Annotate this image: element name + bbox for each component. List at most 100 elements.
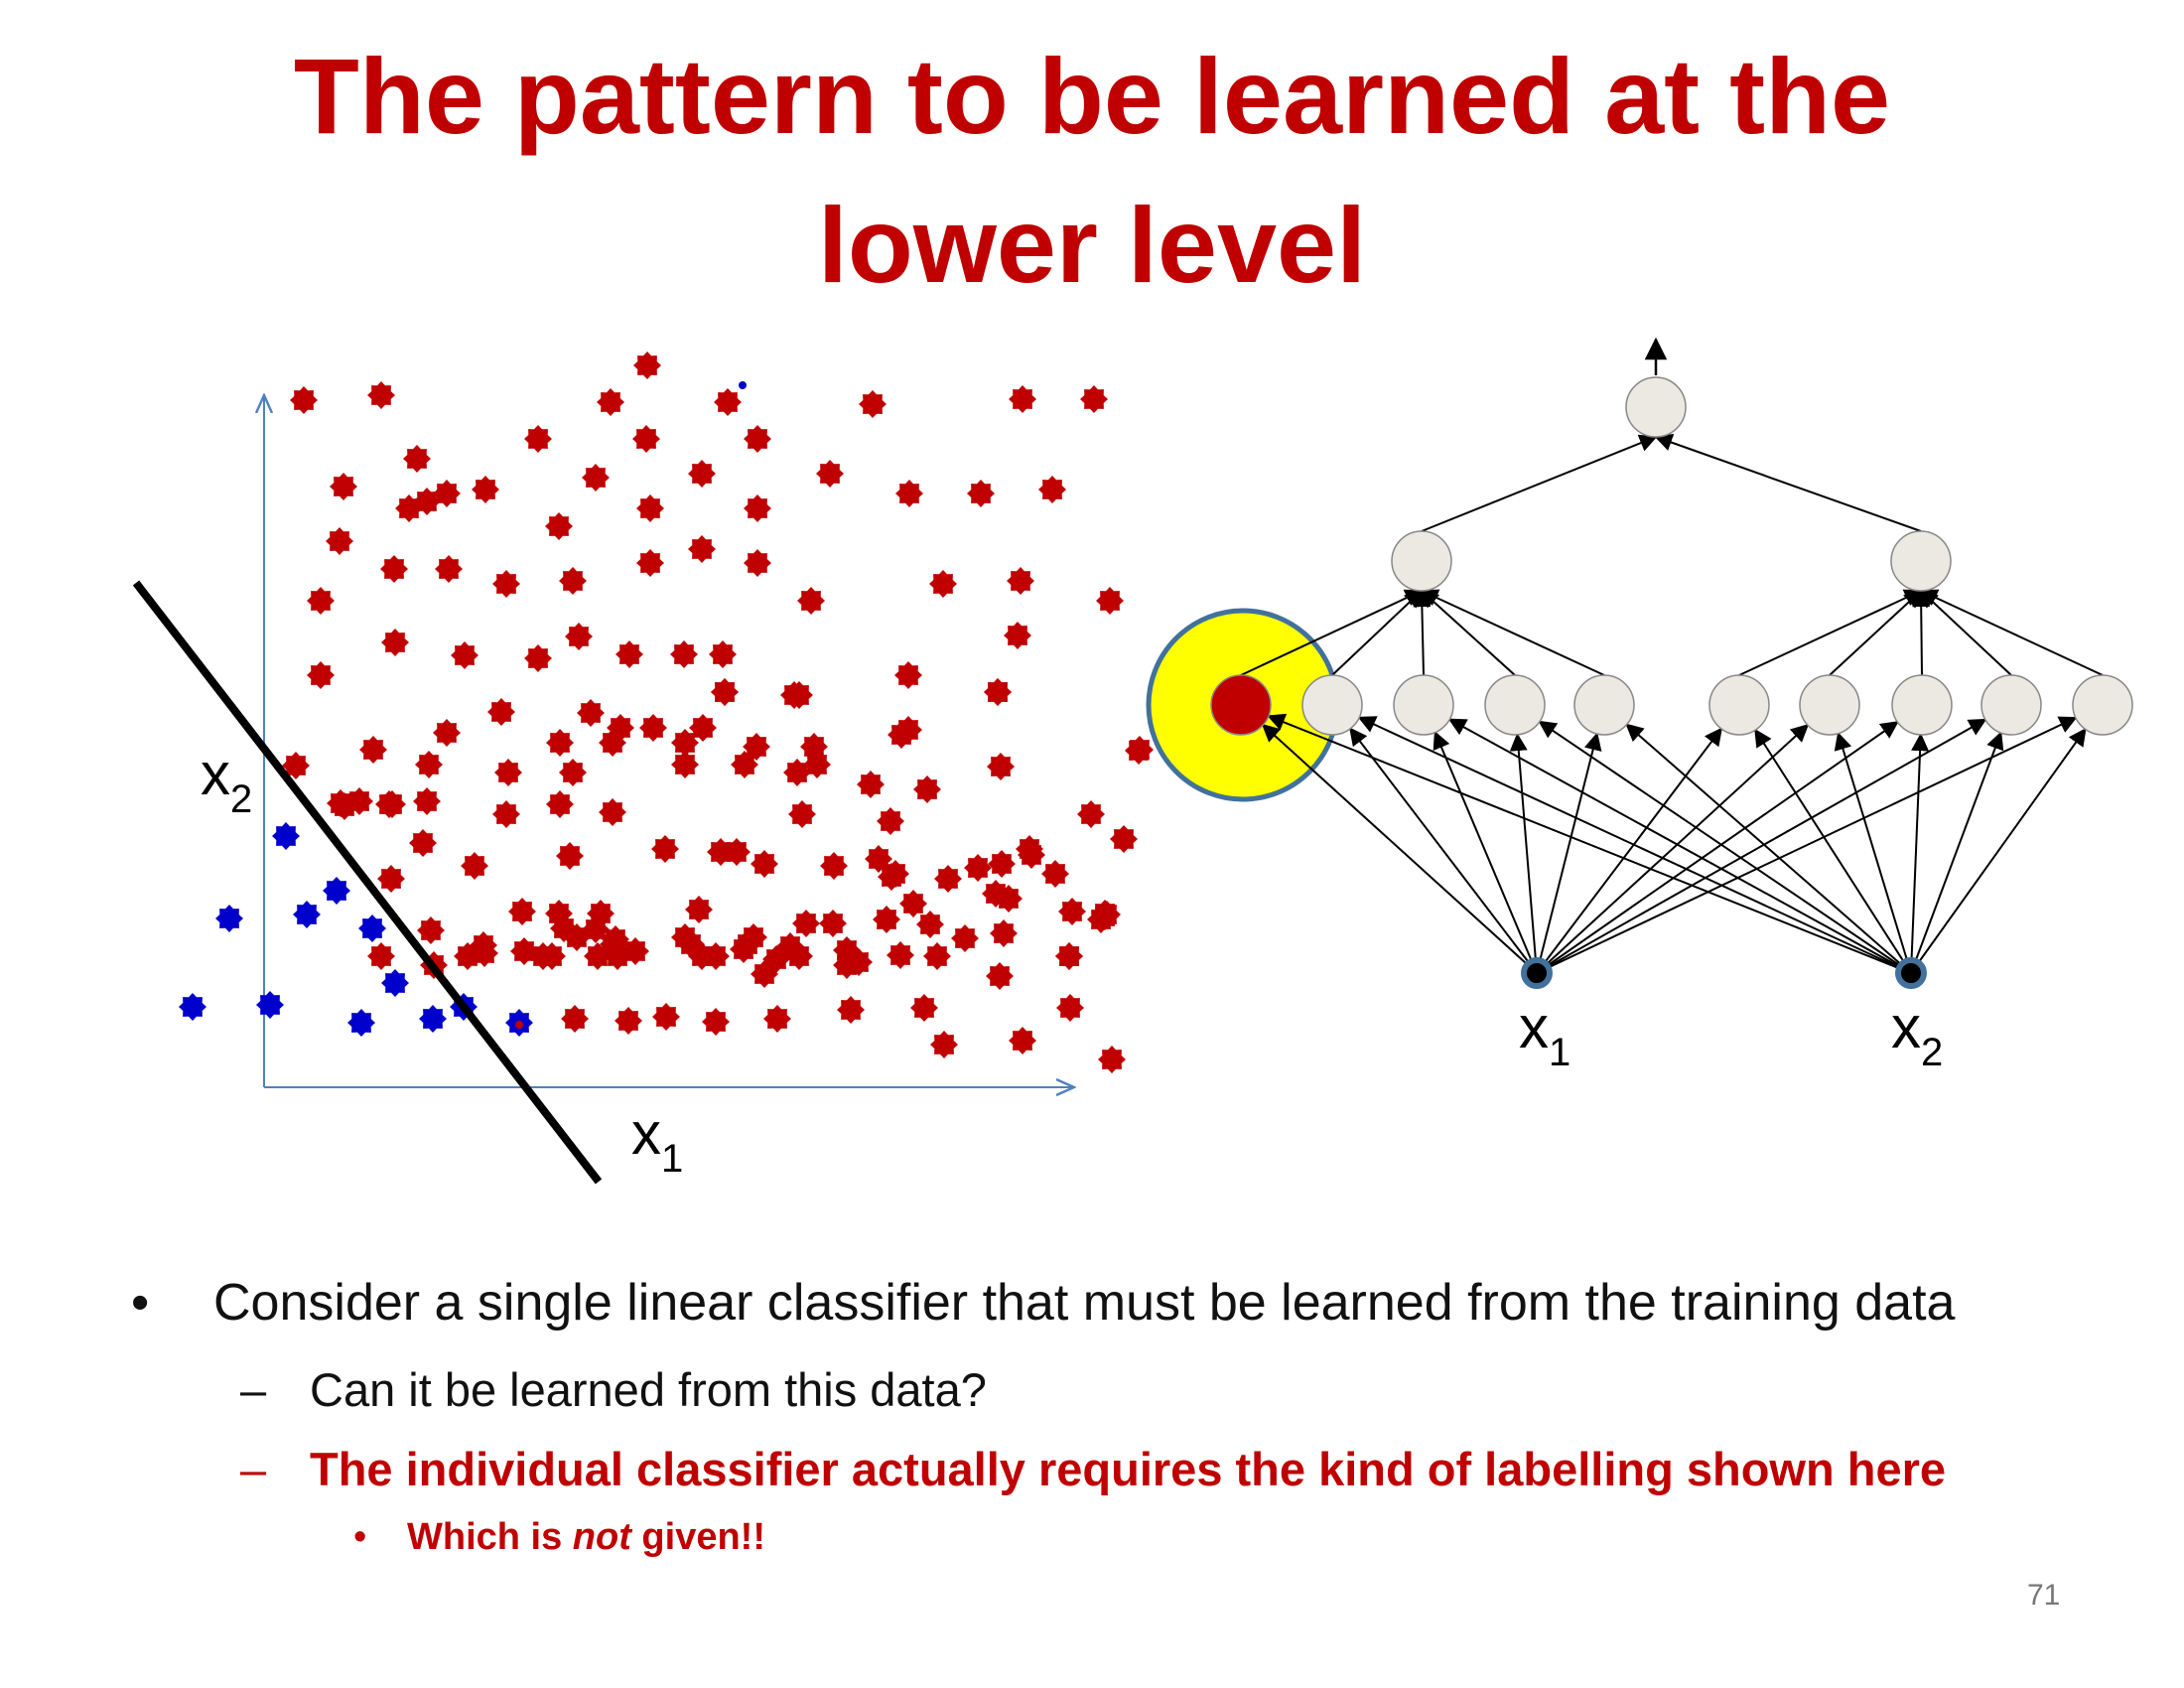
positive-point xyxy=(326,527,353,555)
negative-points xyxy=(179,822,533,1037)
positive-point xyxy=(550,914,578,942)
positive-point xyxy=(677,930,705,958)
positive-point xyxy=(639,714,667,742)
network-edge xyxy=(1420,589,1605,676)
positive-point xyxy=(833,936,861,964)
positive-point xyxy=(615,640,643,668)
positive-point xyxy=(433,480,461,507)
network-diagram: x1 x2 xyxy=(1146,337,2133,1074)
network-edge xyxy=(1509,733,1538,974)
diagram-canvas: x2 x1 x1 x2 xyxy=(132,337,2133,1185)
network-edge xyxy=(1910,731,2004,974)
positive-point xyxy=(508,898,536,925)
network-edge xyxy=(1834,731,1912,974)
positive-point xyxy=(688,535,716,563)
positive-point xyxy=(982,880,1010,908)
hidden-node-lower xyxy=(1573,674,1635,736)
positive-point xyxy=(990,919,1018,947)
positive-point xyxy=(873,906,900,933)
negative-point xyxy=(381,969,409,997)
negative-point xyxy=(358,914,386,942)
positive-point xyxy=(763,1005,791,1033)
positive-point xyxy=(1098,1046,1126,1073)
positive-point xyxy=(327,789,354,817)
network-edge xyxy=(1738,589,1923,676)
positive-point xyxy=(636,549,664,577)
network-edge xyxy=(1536,716,2078,974)
hidden-node-lower xyxy=(1891,674,1953,736)
negative-point xyxy=(272,822,300,850)
positive-point xyxy=(887,941,914,969)
positive-point xyxy=(614,1007,642,1035)
positive-point xyxy=(1058,898,1086,925)
positive-point xyxy=(1091,900,1119,927)
positive-point xyxy=(751,850,778,878)
positive-point xyxy=(987,753,1015,780)
y-axis-label: x2 xyxy=(201,741,252,821)
positive-point xyxy=(910,994,938,1022)
negative-point xyxy=(419,1005,447,1033)
network-edge xyxy=(1829,589,1923,676)
positive-point xyxy=(561,1005,589,1033)
positive-point xyxy=(599,798,626,826)
highlighted-node xyxy=(1210,674,1272,736)
positive-point xyxy=(734,930,761,958)
negative-point xyxy=(293,901,321,928)
positive-point xyxy=(859,390,887,418)
positive-point xyxy=(837,996,865,1024)
positive-point xyxy=(899,890,927,917)
input-label-x1-subscript: 1 xyxy=(1549,1031,1570,1074)
positive-point xyxy=(1018,841,1045,869)
positive-point xyxy=(472,476,499,503)
network-edge xyxy=(1919,589,2012,676)
network-edge xyxy=(1919,589,2104,676)
positive-point xyxy=(1038,476,1066,503)
network-edge xyxy=(1413,589,1432,676)
positive-point xyxy=(913,775,941,803)
positive-point xyxy=(916,911,944,938)
positive-point xyxy=(307,661,335,689)
network-edge xyxy=(1910,733,1930,974)
positive-point xyxy=(367,942,395,970)
positive-point xyxy=(816,460,844,488)
positive-point xyxy=(415,751,443,778)
positive-point xyxy=(895,480,923,507)
positive-point xyxy=(633,352,661,379)
positive-point xyxy=(751,960,778,988)
positive-point xyxy=(600,930,627,958)
positive-point xyxy=(988,850,1016,878)
positive-point xyxy=(688,460,716,488)
positive-point xyxy=(1056,994,1084,1022)
positive-point xyxy=(367,381,395,409)
positive-point xyxy=(632,425,660,453)
positive-point xyxy=(487,698,515,726)
positive-point xyxy=(1009,1027,1036,1055)
output-node xyxy=(1625,376,1687,438)
network-edge xyxy=(1536,724,1810,974)
positive-point xyxy=(380,555,408,583)
positive-point xyxy=(1080,385,1108,413)
input-label-x2: x2 xyxy=(1891,994,1943,1074)
positive-point xyxy=(492,570,520,598)
positive-point xyxy=(454,942,481,970)
positive-point xyxy=(923,942,951,970)
positive-point xyxy=(731,751,758,778)
positive-point xyxy=(599,729,626,757)
positive-point xyxy=(417,916,445,944)
positive-point xyxy=(587,900,614,927)
positive-point xyxy=(433,719,461,747)
x-axis-label-subscript: 1 xyxy=(661,1137,683,1181)
positive-point xyxy=(709,640,737,668)
positive-point xyxy=(582,464,610,492)
positive-point xyxy=(894,661,922,689)
positive-point xyxy=(744,494,771,522)
positive-point xyxy=(792,910,820,937)
input-node-x1 xyxy=(1521,957,1553,989)
decision-boundary-line xyxy=(132,580,603,1185)
network-edge xyxy=(1536,727,1723,974)
y-axis-label-subscript: 2 xyxy=(230,777,252,821)
positive-point xyxy=(967,480,995,507)
network-edge xyxy=(1331,589,1424,676)
positive-point xyxy=(494,759,522,786)
negative-point xyxy=(179,993,206,1021)
